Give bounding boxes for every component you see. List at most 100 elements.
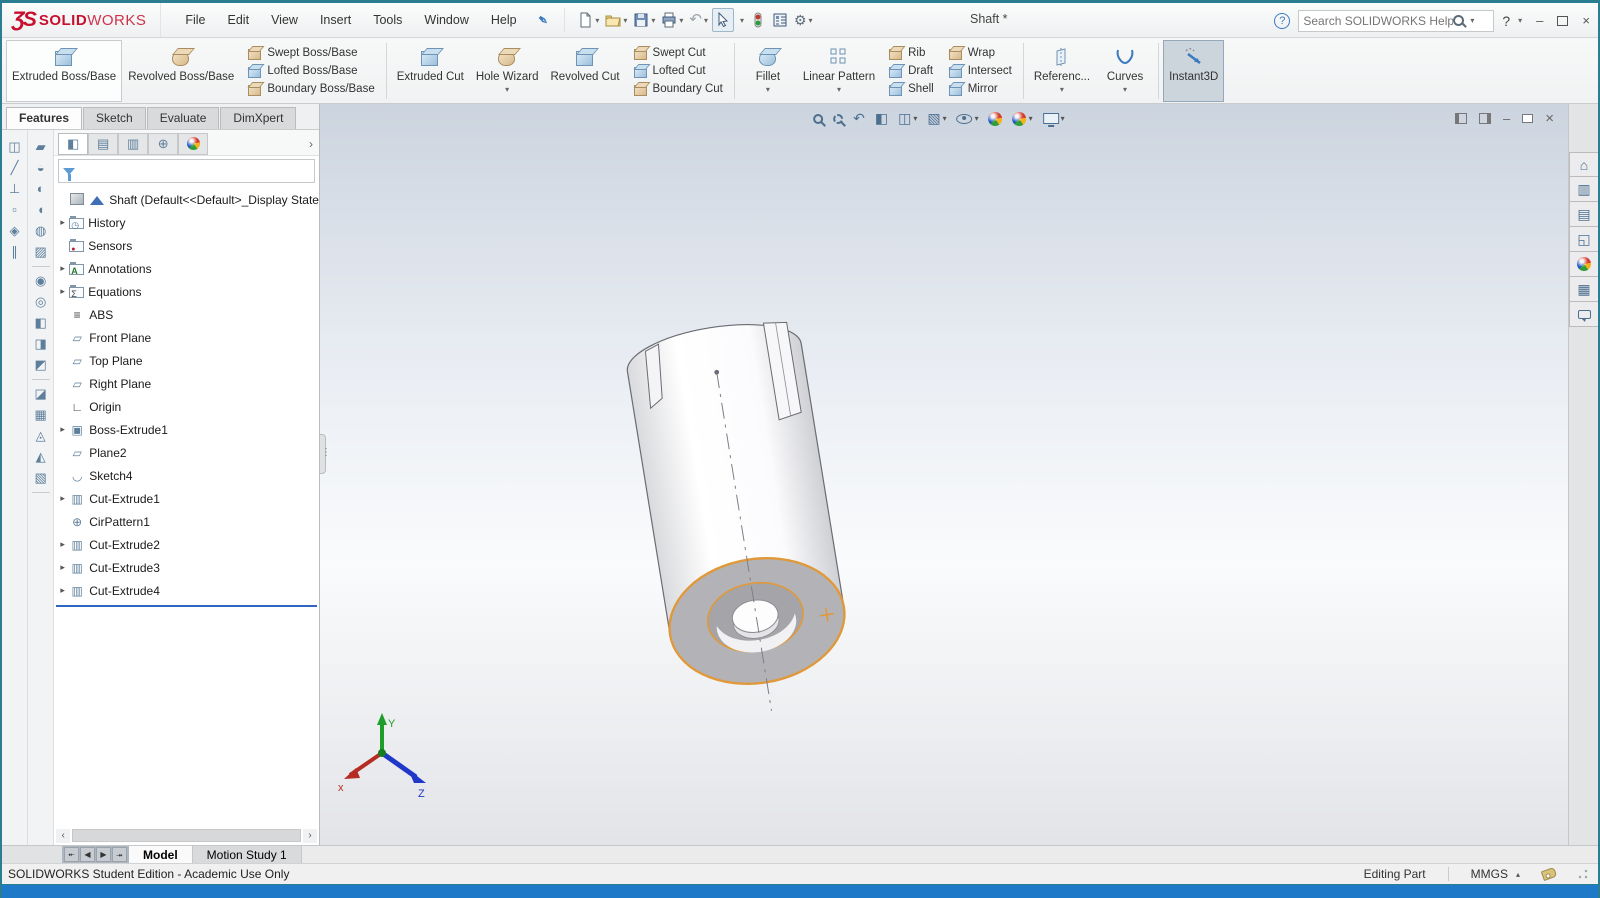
first-tab-icon[interactable]: ⯬ <box>64 847 79 862</box>
tags-icon[interactable] <box>1540 866 1558 882</box>
extruded-cut-button[interactable]: Extruded Cut <box>391 40 470 102</box>
panel-horizontal-scrollbar[interactable]: ‹ › <box>56 828 317 843</box>
expand-arrow-icon[interactable]: ▸ <box>56 585 69 596</box>
close-button[interactable]: × <box>1582 13 1590 28</box>
units-dropdown[interactable]: MMGS ▴ <box>1471 867 1520 881</box>
tree-item-cirpattern1[interactable]: ▸ ⊕ CirPattern1 <box>56 510 319 533</box>
expand-arrow-icon[interactable]: ▸ <box>56 424 69 435</box>
feature-tool-icon[interactable]: ◬ <box>36 429 46 443</box>
search-dropdown-icon[interactable]: ▾ <box>1470 16 1474 25</box>
tree-item-cut-extrude3[interactable]: ▸ ▥ Cut-Extrude3 <box>56 556 319 579</box>
feature-tool-icon[interactable]: ◨ <box>34 337 46 351</box>
custom-properties-button[interactable]: ▦ <box>1569 277 1598 302</box>
expand-arrow-icon[interactable]: ▸ <box>56 263 69 274</box>
tree-item-equations[interactable]: ▸ Equations <box>56 280 319 303</box>
select-dropdown[interactable]: ▾ <box>736 13 746 28</box>
help-search-input[interactable] <box>1303 13 1454 28</box>
minimize-button[interactable]: ‒ <box>1536 13 1543 28</box>
undo-button[interactable]: ↶ ▾ <box>687 9 710 31</box>
feature-tool-icon[interactable]: ▦ <box>34 408 46 422</box>
swept-cut-button[interactable]: Swept Cut <box>630 45 726 61</box>
help-menu[interactable]: ? <box>1502 13 1510 29</box>
tree-item-history[interactable]: ▸ History <box>56 211 319 234</box>
coordinate-system-tool-icon[interactable]: ⊥ <box>9 182 20 196</box>
motion-study-tab[interactable]: Motion Study 1 <box>192 846 302 863</box>
open-button[interactable]: ▾ <box>603 9 629 31</box>
draft-button[interactable]: Draft <box>885 63 937 79</box>
feature-tool-icon[interactable]: ◭ <box>36 450 46 464</box>
menu-insert[interactable]: Insert <box>310 9 361 31</box>
save-button[interactable]: ▾ <box>631 9 657 31</box>
file-explorer-button[interactable]: ▤ <box>1569 202 1598 227</box>
tree-item-right-plane[interactable]: ▸ ▱ Right Plane <box>56 372 319 395</box>
feature-tool-icon[interactable]: ▧ <box>34 471 46 485</box>
settings-button[interactable]: ⚙ ▾ <box>792 9 815 31</box>
feature-tool-icon[interactable]: ◐ <box>37 182 45 196</box>
tree-item-material[interactable]: ▸ ≡ ABS <box>56 303 319 326</box>
help-circle-icon[interactable]: ? <box>1274 12 1291 29</box>
expand-arrow-icon[interactable]: ▸ <box>56 562 69 573</box>
axis-tool-icon[interactable]: ╱ <box>11 161 19 175</box>
menu-tools[interactable]: Tools <box>363 9 412 31</box>
tree-item-annotations[interactable]: ▸ Annotations <box>56 257 319 280</box>
next-tab-icon[interactable]: ▶ <box>96 847 111 862</box>
tree-item-boss-extrude1[interactable]: ▸ ▣ Boss-Extrude1 <box>56 418 319 441</box>
search-icon[interactable] <box>1453 15 1465 26</box>
rollback-bar[interactable] <box>56 605 317 607</box>
last-tab-icon[interactable]: ⯮ <box>112 847 127 862</box>
expand-arrow-icon[interactable]: ▸ <box>56 217 69 228</box>
expand-arrow-icon[interactable]: ▸ <box>56 539 69 550</box>
tab-sketch[interactable]: Sketch <box>83 107 146 129</box>
command-options-button[interactable] <box>770 9 790 31</box>
lofted-boss-base-button[interactable]: Lofted Boss/Base <box>244 63 377 79</box>
tree-item-cut-extrude2[interactable]: ▸ ▥ Cut-Extrude2 <box>56 533 319 556</box>
menu-edit[interactable]: Edit <box>218 9 260 31</box>
pin-toolbar-icon[interactable]: ✒ <box>532 10 552 31</box>
feature-tool-icon[interactable]: ◉ <box>35 274 46 288</box>
menu-view[interactable]: View <box>261 9 308 31</box>
curves-button[interactable]: Curves ▾ <box>1096 40 1154 102</box>
feature-tool-icon[interactable]: ▨ <box>34 245 46 259</box>
revolved-cut-button[interactable]: Revolved Cut <box>545 40 626 102</box>
feature-tool-icon[interactable]: ◍ <box>35 224 46 238</box>
tree-item-cut-extrude1[interactable]: ▸ ▥ Cut-Extrude1 <box>56 487 319 510</box>
previous-tab-icon[interactable]: ◀ <box>80 847 95 862</box>
tree-item-plane2[interactable]: ▸ ▱ Plane2 <box>56 441 319 464</box>
maximize-button[interactable] <box>1557 15 1569 26</box>
center-of-mass-tool-icon[interactable]: ◈ <box>10 224 20 238</box>
print-button[interactable]: ▾ <box>659 9 685 31</box>
tree-item-sketch4[interactable]: ▸ ◡ Sketch4 <box>56 464 319 487</box>
configurationmanager-tab[interactable]: ▥ <box>118 132 149 155</box>
intersect-button[interactable]: Intersect <box>945 63 1015 79</box>
select-button[interactable] <box>711 8 734 32</box>
panel-expand-chevron[interactable]: › <box>309 137 317 151</box>
feature-tool-icon[interactable]: ◩ <box>34 358 46 372</box>
design-library-button[interactable]: ▥ <box>1569 177 1598 202</box>
lofted-cut-button[interactable]: Lofted Cut <box>630 63 726 79</box>
view-palette-button[interactable]: ◱ <box>1569 227 1598 252</box>
plane-tool-icon[interactable]: ◫ <box>8 140 20 154</box>
menu-help[interactable]: Help <box>481 9 527 31</box>
mate-reference-tool-icon[interactable]: ∥ <box>11 245 18 259</box>
menu-window[interactable]: Window <box>414 9 478 31</box>
tree-item-sensors[interactable]: ▸ Sensors <box>56 234 319 257</box>
dimxpertmanager-tab[interactable]: ⊕ <box>148 132 179 155</box>
featuremanager-design-tree-tab[interactable]: ◧ <box>58 132 89 155</box>
expand-arrow-icon[interactable]: ▸ <box>56 286 69 297</box>
feature-tool-icon[interactable]: ▰ <box>36 140 46 154</box>
propertymanager-tab[interactable]: ▤ <box>88 132 119 155</box>
feature-tool-icon[interactable]: ◎ <box>35 295 46 309</box>
instant3d-button[interactable]: Instant3D <box>1163 40 1225 102</box>
tree-root-item[interactable]: ▸ Shaft (Default<<Default>_Display State <box>56 188 319 211</box>
expand-arrow-icon[interactable]: ▸ <box>56 493 69 504</box>
feature-tool-icon[interactable]: ◧ <box>34 316 46 330</box>
swept-boss-base-button[interactable]: Swept Boss/Base <box>244 45 377 61</box>
fillet-button[interactable]: Fillet ▾ <box>739 40 797 102</box>
revolved-boss-base-button[interactable]: Revolved Boss/Base <box>122 40 240 102</box>
shaft-model[interactable] <box>320 104 1568 845</box>
scroll-left-icon[interactable]: ‹ <box>56 828 71 843</box>
selection-filter-button[interactable] <box>748 9 768 31</box>
displaymanager-tab[interactable] <box>178 132 209 155</box>
shell-button[interactable]: Shell <box>885 81 937 97</box>
tree-item-cut-extrude4[interactable]: ▸ ▥ Cut-Extrude4 <box>56 579 319 602</box>
